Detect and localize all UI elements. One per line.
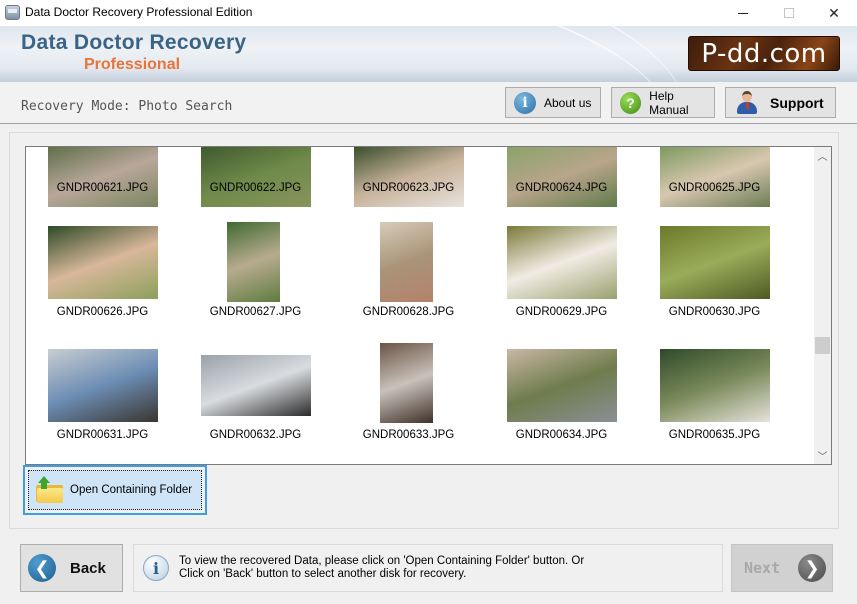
info-message-box: i To view the recovered Data, please cli… — [133, 544, 723, 592]
brand-title: Data Doctor Recovery — [21, 31, 247, 54]
photo-filename: GNDR00628.JPG — [362, 306, 455, 318]
logo-text: P-dd.com — [701, 38, 827, 69]
photo-thumbnail[interactable] — [660, 147, 770, 207]
help-manual-label: Help Manual — [649, 88, 689, 117]
photo-thumbnail[interactable] — [660, 226, 770, 299]
support-person-icon — [736, 90, 758, 115]
info-message-line: Click on 'Back' button to select another… — [179, 568, 467, 580]
scroll-down-button[interactable]: ﹀ — [814, 447, 831, 464]
maximize-button[interactable] — [766, 0, 812, 26]
photo-thumbnail[interactable] — [507, 349, 617, 422]
brand-logo[interactable]: P-dd.com — [688, 36, 840, 71]
photo-filename: GNDR00634.JPG — [515, 429, 608, 441]
next-arrow-icon: ❯ — [798, 554, 826, 582]
chevron-up-icon: ︿ — [817, 152, 828, 163]
close-icon: ✕ — [828, 4, 840, 21]
next-label: Next — [744, 559, 781, 577]
close-button[interactable]: ✕ — [811, 0, 857, 26]
brand-subtitle: Professional — [84, 56, 181, 73]
vertical-scrollbar[interactable]: ︿ ﹀ — [814, 147, 831, 464]
open-folder-inner: Open Containing Folder — [28, 470, 202, 510]
minimize-icon — [738, 12, 748, 14]
support-label: Support — [770, 94, 824, 111]
about-us-label: About us — [544, 95, 592, 110]
photo-filename: GNDR00624.JPG — [515, 182, 608, 194]
open-containing-folder-button[interactable]: Open Containing Folder — [23, 465, 207, 515]
title-bar: Data Doctor Recovery Professional Editio… — [0, 0, 857, 26]
folder-open-icon — [36, 476, 64, 503]
minimize-button[interactable] — [720, 0, 766, 26]
footer: ❮ Back i To view the recovered Data, ple… — [0, 530, 857, 604]
header-banner: Data Doctor Recovery Professional P-dd.c… — [0, 26, 857, 82]
open-folder-label: Open Containing Folder — [70, 484, 193, 496]
maximize-icon — [784, 8, 794, 18]
photo-thumbnail[interactable] — [48, 349, 158, 422]
photo-thumbnail[interactable] — [660, 349, 770, 422]
recovery-mode-label: Recovery Mode: Photo Search — [21, 99, 233, 114]
photo-thumbnail[interactable] — [48, 226, 158, 299]
photo-thumbnail[interactable] — [380, 343, 433, 423]
photo-filename: GNDR00633.JPG — [362, 429, 455, 441]
toolbar: Recovery Mode: Photo Search i About us ?… — [0, 82, 857, 124]
info-message: To view the recovered Data, please click… — [179, 555, 584, 581]
back-label: Back — [70, 559, 106, 577]
photo-thumbnail[interactable] — [201, 147, 311, 207]
next-button[interactable]: Next ❯ — [731, 544, 833, 592]
photo-filename: GNDR00621.JPG — [56, 182, 149, 194]
photo-thumbnail[interactable] — [48, 147, 158, 207]
photo-thumbnail[interactable] — [380, 222, 433, 302]
photo-thumbnail[interactable] — [227, 222, 280, 302]
photo-filename: GNDR00635.JPG — [668, 429, 761, 441]
photo-gallery[interactable]: GNDR00621.JPG GNDR00622.JPG GNDR00623.JPG G… — [25, 146, 832, 465]
about-us-button[interactable]: i About us — [505, 87, 601, 118]
photo-filename: GNDR00622.JPG — [209, 182, 302, 194]
scroll-up-button[interactable]: ︿ — [814, 147, 831, 164]
photo-filename: GNDR00625.JPG — [668, 182, 761, 194]
thumbnail-grid: GNDR00621.JPG GNDR00622.JPG GNDR00623.JPG G… — [26, 147, 814, 464]
scrollbar-thumb[interactable] — [815, 336, 830, 354]
app-icon — [5, 5, 20, 20]
photo-filename: GNDR00623.JPG — [362, 182, 455, 194]
info-icon: i — [143, 555, 169, 581]
chevron-down-icon: ﹀ — [817, 452, 828, 463]
photo-filename: GNDR00629.JPG — [515, 306, 608, 318]
question-icon: ? — [620, 91, 642, 114]
photo-thumbnail[interactable] — [507, 226, 617, 299]
photo-filename: GNDR00626.JPG — [56, 306, 149, 318]
photo-filename: GNDR00627.JPG — [209, 306, 302, 318]
back-button[interactable]: ❮ Back — [20, 544, 123, 592]
photo-filename: GNDR00631.JPG — [56, 429, 149, 441]
back-arrow-icon: ❮ — [28, 554, 56, 582]
help-manual-button[interactable]: ? Help Manual — [611, 87, 715, 118]
support-button[interactable]: Support — [725, 87, 836, 118]
photo-thumbnail[interactable] — [354, 147, 464, 207]
photo-filename: GNDR00632.JPG — [209, 429, 302, 441]
photo-thumbnail[interactable] — [507, 147, 617, 207]
photo-filename: GNDR00630.JPG — [668, 306, 761, 318]
info-icon: i — [514, 91, 536, 114]
window-title: Data Doctor Recovery Professional Editio… — [25, 5, 253, 19]
info-message-line: To view the recovered Data, please click… — [179, 555, 585, 567]
photo-thumbnail[interactable] — [201, 355, 311, 416]
